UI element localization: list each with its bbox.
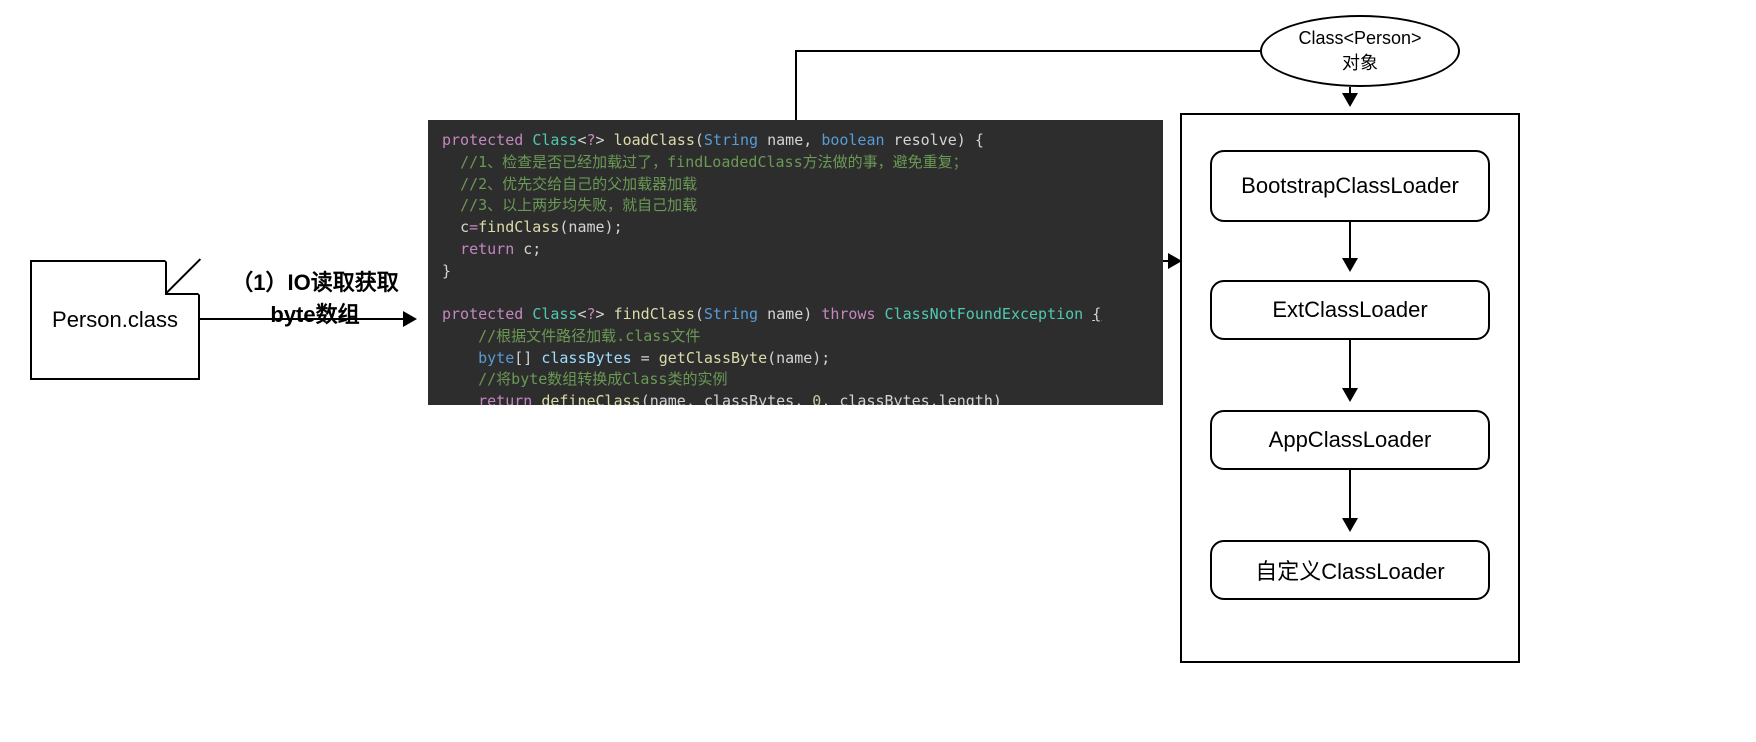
file-name-label: Person.class bbox=[32, 307, 198, 333]
connector-vertical bbox=[795, 50, 797, 120]
arrow-file-to-code bbox=[200, 318, 415, 320]
code-comment-4: //根据文件路径加载.class文件 bbox=[442, 326, 1149, 348]
custom-classloader-box: 自定义ClassLoader bbox=[1210, 540, 1490, 600]
ext-classloader-box: ExtClassLoader bbox=[1210, 280, 1490, 340]
file-corner-fold bbox=[165, 260, 200, 295]
connector-horizontal bbox=[795, 50, 1260, 52]
code-blank-line bbox=[442, 282, 1149, 304]
file-icon: Person.class bbox=[30, 260, 200, 380]
code-closing-brace-1: } bbox=[442, 261, 1149, 283]
class-object-ellipse: Class<Person> 对象 bbox=[1260, 15, 1460, 87]
app-classloader-box: AppClassLoader bbox=[1210, 410, 1490, 470]
arrow-ellipse-to-container bbox=[1349, 87, 1351, 105]
code-line-findclass: c=findClass(name); bbox=[442, 217, 1149, 239]
classloader-hierarchy-container: BootstrapClassLoader ExtClassLoader AppC… bbox=[1180, 113, 1520, 663]
code-comment-1: //1、检查是否已经加载过了，findLoadedClass方法做的事，避免重复… bbox=[442, 152, 1149, 174]
arrow-app-to-custom bbox=[1349, 470, 1351, 530]
arrow-bootstrap-to-ext bbox=[1349, 222, 1351, 270]
code-line-classbytes: byte[] classBytes = getClassByte(name); bbox=[442, 348, 1149, 370]
arrow-code-to-loaders bbox=[1163, 260, 1180, 262]
bootstrap-classloader-box: BootstrapClassLoader bbox=[1210, 150, 1490, 222]
ellipse-line1: Class<Person> bbox=[1298, 28, 1421, 49]
arrow-label-line1: （1）IO读取获取 bbox=[215, 265, 415, 297]
ellipse-line2: 对象 bbox=[1342, 49, 1378, 75]
code-comment-2: //2、优先交给自己的父加载器加载 bbox=[442, 174, 1149, 196]
code-line-1: protected Class<?> loadClass(String name… bbox=[442, 130, 1149, 152]
code-line-return-c: return c; bbox=[442, 239, 1149, 261]
arrow-label-line2: byte数组 bbox=[215, 297, 415, 329]
code-comment-3: //3、以上两步均失败，就自己加载 bbox=[442, 195, 1149, 217]
code-comment-5: //将byte数组转换成Class类的实例 bbox=[442, 369, 1149, 391]
code-line-findclass-def: protected Class<?> findClass(String name… bbox=[442, 304, 1149, 326]
arrow-ext-to-app bbox=[1349, 340, 1351, 400]
code-snippet: protected Class<?> loadClass(String name… bbox=[428, 120, 1163, 405]
code-line-return-define: return defineClass(name, classBytes, 0, … bbox=[442, 391, 1149, 405]
